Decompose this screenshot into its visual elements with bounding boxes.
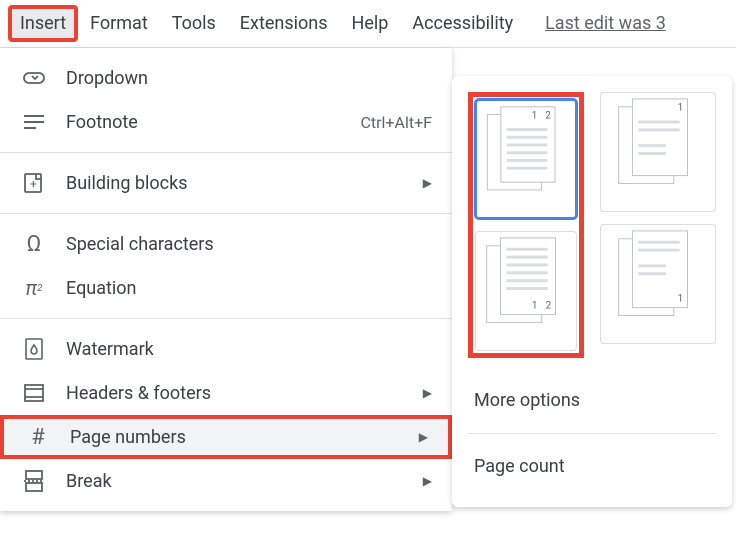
thumb-footer-1[interactable]: 1 — [600, 224, 716, 344]
item-label: Break — [66, 471, 413, 492]
chevron-right-icon: ▶ — [423, 474, 432, 488]
svg-text:1: 1 — [678, 103, 684, 114]
item-special-characters[interactable]: Ω Special characters — [0, 222, 452, 266]
menu-accessibility[interactable]: Accessibility — [400, 5, 525, 42]
menubar: Insert Format Tools Extensions Help Acce… — [0, 0, 736, 48]
break-icon — [20, 467, 48, 495]
item-label: Headers & footers — [66, 383, 413, 404]
chevron-right-icon: ▶ — [423, 176, 432, 190]
separator — [468, 433, 716, 434]
menu-insert[interactable]: Insert — [8, 5, 78, 42]
dropdown-icon — [20, 64, 48, 92]
thumb-header-1[interactable]: 1 — [600, 92, 716, 212]
item-label: Footnote — [66, 112, 360, 133]
menu-format[interactable]: Format — [78, 5, 160, 42]
svg-text:2: 2 — [545, 110, 551, 121]
menu-label: Accessibility — [412, 13, 513, 34]
separator — [0, 213, 452, 214]
page-count[interactable]: Page count — [468, 442, 716, 491]
item-headers-footers[interactable]: Headers & footers ▶ — [0, 371, 452, 415]
thumb-col-left: 1 2 — [468, 92, 584, 358]
watermark-icon — [20, 335, 48, 363]
item-watermark[interactable]: Watermark — [0, 327, 452, 371]
item-label: Building blocks — [66, 173, 413, 194]
separator — [0, 318, 452, 319]
last-edit-link[interactable]: Last edit was 3 — [545, 13, 666, 34]
chevron-right-icon: ▶ — [423, 386, 432, 400]
item-dropdown[interactable]: Dropdown — [0, 56, 452, 100]
item-label: Equation — [66, 278, 432, 299]
item-building-blocks[interactable]: + Building blocks ▶ — [0, 161, 452, 205]
menu-label: Format — [90, 13, 148, 34]
thumb-grid: 1 2 — [468, 92, 716, 358]
item-label: Page numbers — [70, 427, 409, 448]
thumb-footer-12[interactable]: 1 2 — [475, 231, 577, 351]
thumb-header-12[interactable]: 1 2 — [475, 99, 577, 219]
insert-dropdown: Dropdown Footnote Ctrl+Alt+F + Building … — [0, 48, 452, 511]
building-blocks-icon: + — [20, 169, 48, 197]
item-break[interactable]: Break ▶ — [0, 459, 452, 503]
pi-icon: π2 — [20, 274, 48, 302]
hash-icon: # — [24, 423, 52, 451]
item-footnote[interactable]: Footnote Ctrl+Alt+F — [0, 100, 452, 144]
item-label: Watermark — [66, 339, 432, 360]
menu-label: Insert — [20, 13, 66, 34]
omega-icon: Ω — [20, 230, 48, 258]
menu-label: Extensions — [240, 13, 328, 34]
more-options[interactable]: More options — [468, 376, 716, 425]
headers-footers-icon — [20, 379, 48, 407]
item-label: Dropdown — [66, 68, 432, 89]
svg-text:1: 1 — [532, 301, 538, 312]
menu-help[interactable]: Help — [340, 5, 401, 42]
shortcut: Ctrl+Alt+F — [360, 113, 432, 132]
item-page-numbers[interactable]: # Page numbers ▶ — [0, 415, 452, 459]
menu-tools[interactable]: Tools — [160, 5, 228, 42]
thumb-col-right: 1 1 — [600, 92, 716, 358]
separator — [0, 152, 452, 153]
chevron-right-icon: ▶ — [419, 430, 428, 444]
svg-text:1: 1 — [678, 294, 684, 305]
svg-text:2: 2 — [546, 301, 552, 312]
page-numbers-submenu: 1 2 — [452, 76, 732, 507]
footnote-icon — [20, 108, 48, 136]
menu-label: Help — [352, 13, 389, 34]
svg-text:1: 1 — [532, 110, 537, 121]
svg-text:+: + — [30, 177, 37, 191]
menu-extensions[interactable]: Extensions — [228, 5, 340, 42]
item-label: Special characters — [66, 234, 432, 255]
menu-label: Tools — [172, 13, 216, 34]
item-equation[interactable]: π2 Equation — [0, 266, 452, 310]
